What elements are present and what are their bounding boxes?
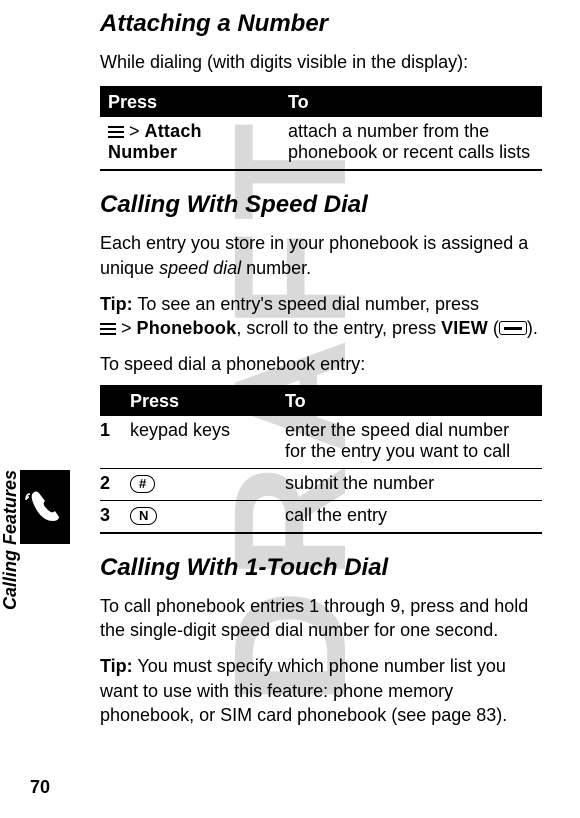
r3-press: N [122,500,277,533]
text: , scroll to the entry, press [236,318,441,338]
heading-attaching-number: Attaching a Number [100,10,542,38]
send-key-icon: N [130,507,157,525]
r3-to: call the entry [277,500,542,533]
s2-tip: Tip: To see an entry's speed dial number… [100,292,542,341]
page-content: Attaching a Number While dialing (with d… [0,0,580,759]
page-number: 70 [30,777,50,798]
text: ). [527,318,538,338]
table-row: 2 # submit the number [100,468,542,500]
r2-to: submit the number [277,468,542,500]
softkey-icon [499,321,527,335]
table-speed-dial: Press To 1 keypad keys enter the speed d… [100,385,542,534]
heading-1touch-dial: Calling With 1-Touch Dial [100,554,542,582]
table1-r1-to: attach a number from the phonebook or re… [280,117,542,170]
r1-press: keypad keys [122,416,277,469]
text: ( [488,318,499,338]
text: You must specify which phone number list… [100,656,507,725]
view-label: VIEW [441,318,488,338]
table-row: 1 keypad keys enter the speed dial numbe… [100,416,542,469]
s3-tip: Tip: You must specify which phone number… [100,654,542,727]
step-number: 2 [100,468,122,500]
s1-intro: While dialing (with digits visible in th… [100,50,542,74]
phone-icon [20,470,70,544]
r1-to: enter the speed dial number for the entr… [277,416,542,469]
menu-icon [100,323,116,335]
step-number: 1 [100,416,122,469]
table-row: > Attach Number attach a number from the… [100,117,542,170]
table1-r1-press: > Attach Number [100,117,280,170]
hash-key-icon: # [130,475,155,493]
s2-p1: Each entry you store in your phonebook i… [100,231,542,280]
side-label: Calling Features [0,470,21,610]
table-row: 3 N call the entry [100,500,542,533]
speed-dial-em: speed dial [159,258,241,278]
table1-header-press: Press [100,87,280,117]
text: number. [241,258,311,278]
table2-header-press: Press [122,386,277,416]
s3-p1: To call phonebook entries 1 through 9, p… [100,594,542,643]
step-number: 3 [100,500,122,533]
heading-speed-dial: Calling With Speed Dial [100,191,542,219]
tip-label: Tip: [100,294,133,314]
phonebook-label: Phonebook [137,318,237,338]
tip-label: Tip: [100,656,133,676]
text: To see an entry's speed dial number, pre… [133,294,479,314]
table2-header-to: To [277,386,542,416]
menu-icon [108,126,124,138]
table1-header-to: To [280,87,542,117]
s2-p3: To speed dial a phonebook entry: [100,352,542,376]
r2-press: # [122,468,277,500]
sep: > [124,121,145,141]
sep: > [116,318,137,338]
table-attach-number: Press To > Attach Number attach a number… [100,86,542,171]
